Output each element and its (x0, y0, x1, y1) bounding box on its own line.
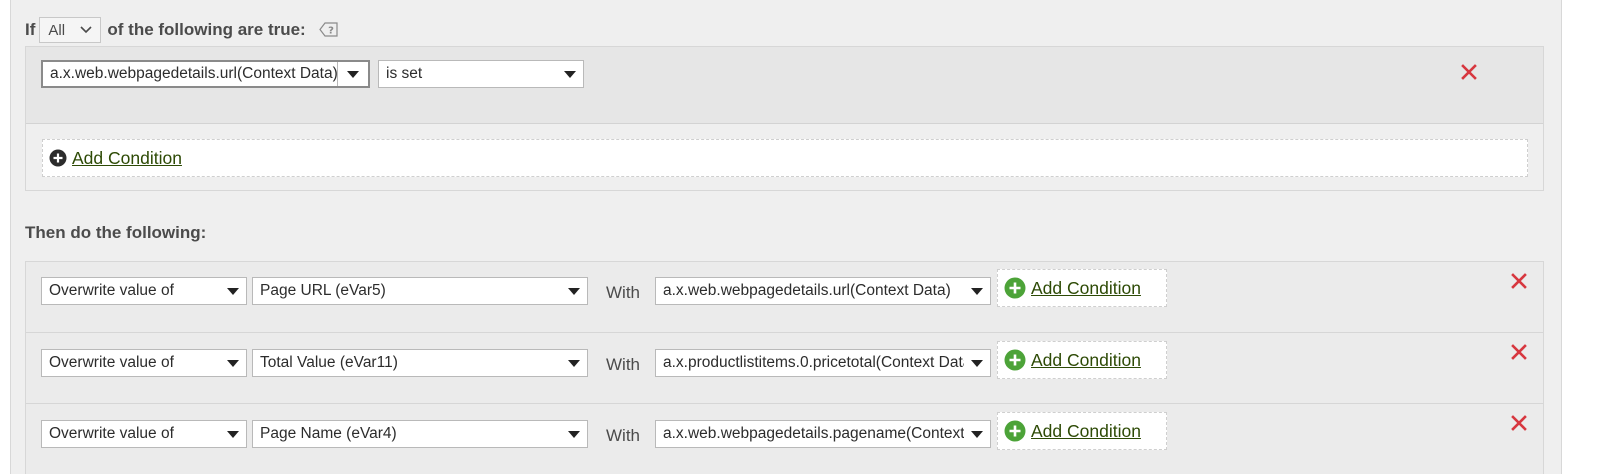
action-operation-select[interactable]: Overwrite value of (41, 277, 247, 305)
action-add-condition-area: Add Condition (997, 269, 1167, 307)
plus-circle-green-icon[interactable] (1004, 349, 1026, 371)
caret-down-icon (220, 421, 246, 447)
caret-down-icon (337, 62, 368, 86)
caret-down-icon (561, 350, 587, 376)
caret-down-icon (220, 278, 246, 304)
match-type-select[interactable]: All (39, 17, 102, 43)
close-icon[interactable] (1511, 344, 1527, 360)
add-condition-area: Add Condition (42, 139, 1528, 177)
plus-circle-green-icon[interactable] (1004, 420, 1026, 442)
add-condition-link[interactable]: Add Condition (72, 148, 182, 169)
chevron-down-icon (80, 26, 92, 34)
close-icon[interactable] (1511, 273, 1527, 289)
action-target-value: Page Name (eVar4) (260, 425, 397, 442)
condition-operator-value: is set (386, 65, 423, 82)
caret-down-icon (557, 61, 583, 87)
actions-container: Overwrite value of Page URL (eVar5) With… (25, 261, 1544, 474)
action-target-select[interactable]: Page Name (eVar4) (252, 420, 588, 448)
match-type-value: All (48, 21, 66, 39)
action-target-value: Total Value (eVar11) (260, 354, 398, 371)
close-icon[interactable] (1511, 415, 1527, 431)
close-icon[interactable] (1461, 64, 1477, 80)
rule-editor-page: If All of the following are true: ? a.x.… (0, 0, 1621, 474)
with-label: With (606, 426, 640, 445)
caret-down-icon (220, 350, 246, 376)
action-row: Overwrite value of Page Name (eVar4) Wit… (26, 404, 1543, 474)
action-operation-value: Overwrite value of (49, 282, 174, 299)
add-condition-link[interactable]: Add Condition (1031, 350, 1141, 371)
plus-circle-green-icon[interactable] (1004, 277, 1026, 299)
condition-operator-select[interactable]: is set (378, 60, 584, 88)
caret-down-icon (964, 278, 990, 304)
action-operation-value: Overwrite value of (49, 425, 174, 442)
action-source-value: a.x.productlistitems.0.pricetotal(Contex… (663, 354, 964, 371)
then-label: Then do the following: (25, 223, 207, 242)
action-target-select[interactable]: Total Value (eVar11) (252, 349, 588, 377)
action-row: Overwrite value of Page URL (eVar5) With… (26, 262, 1543, 333)
action-operation-select[interactable]: Overwrite value of (41, 420, 247, 448)
action-target-value: Page URL (eVar5) (260, 282, 386, 299)
if-suffix: of the following are true: (107, 20, 306, 39)
action-add-condition-area: Add Condition (997, 412, 1167, 450)
if-header: If All of the following are true: ? (25, 17, 340, 43)
action-source-select[interactable]: a.x.productlistitems.0.pricetotal(Contex… (655, 349, 991, 377)
add-condition-link[interactable]: Add Condition (1031, 421, 1141, 442)
svg-text:?: ? (328, 26, 334, 37)
condition-row: a.x.web.webpagedetails.url(Context Data)… (26, 47, 1543, 124)
action-source-value: a.x.web.webpagedetails.pagename(Context … (663, 425, 964, 442)
action-source-value: a.x.web.webpagedetails.url(Context Data) (663, 282, 951, 299)
caret-down-icon (964, 350, 990, 376)
caret-down-icon (561, 421, 587, 447)
with-label: With (606, 283, 640, 302)
conditions-container: a.x.web.webpagedetails.url(Context Data)… (25, 46, 1544, 191)
caret-down-icon (964, 421, 990, 447)
action-source-select[interactable]: a.x.web.webpagedetails.url(Context Data) (655, 277, 991, 305)
action-add-condition-area: Add Condition (997, 341, 1167, 379)
action-row: Overwrite value of Total Value (eVar11) … (26, 333, 1543, 404)
condition-field-value: a.x.web.webpagedetails.url(Context Data) (50, 65, 337, 82)
action-operation-select[interactable]: Overwrite value of (41, 349, 247, 377)
if-prefix: If (25, 20, 36, 39)
action-target-select[interactable]: Page URL (eVar5) (252, 277, 588, 305)
plus-circle-icon[interactable] (49, 149, 67, 167)
caret-down-icon (561, 278, 587, 304)
add-condition-link[interactable]: Add Condition (1031, 278, 1141, 299)
help-icon[interactable]: ? (318, 21, 340, 39)
with-label: With (606, 355, 640, 374)
condition-field-select[interactable]: a.x.web.webpagedetails.url(Context Data) (41, 60, 370, 88)
action-source-select[interactable]: a.x.web.webpagedetails.pagename(Context … (655, 420, 991, 448)
action-operation-value: Overwrite value of (49, 354, 174, 371)
